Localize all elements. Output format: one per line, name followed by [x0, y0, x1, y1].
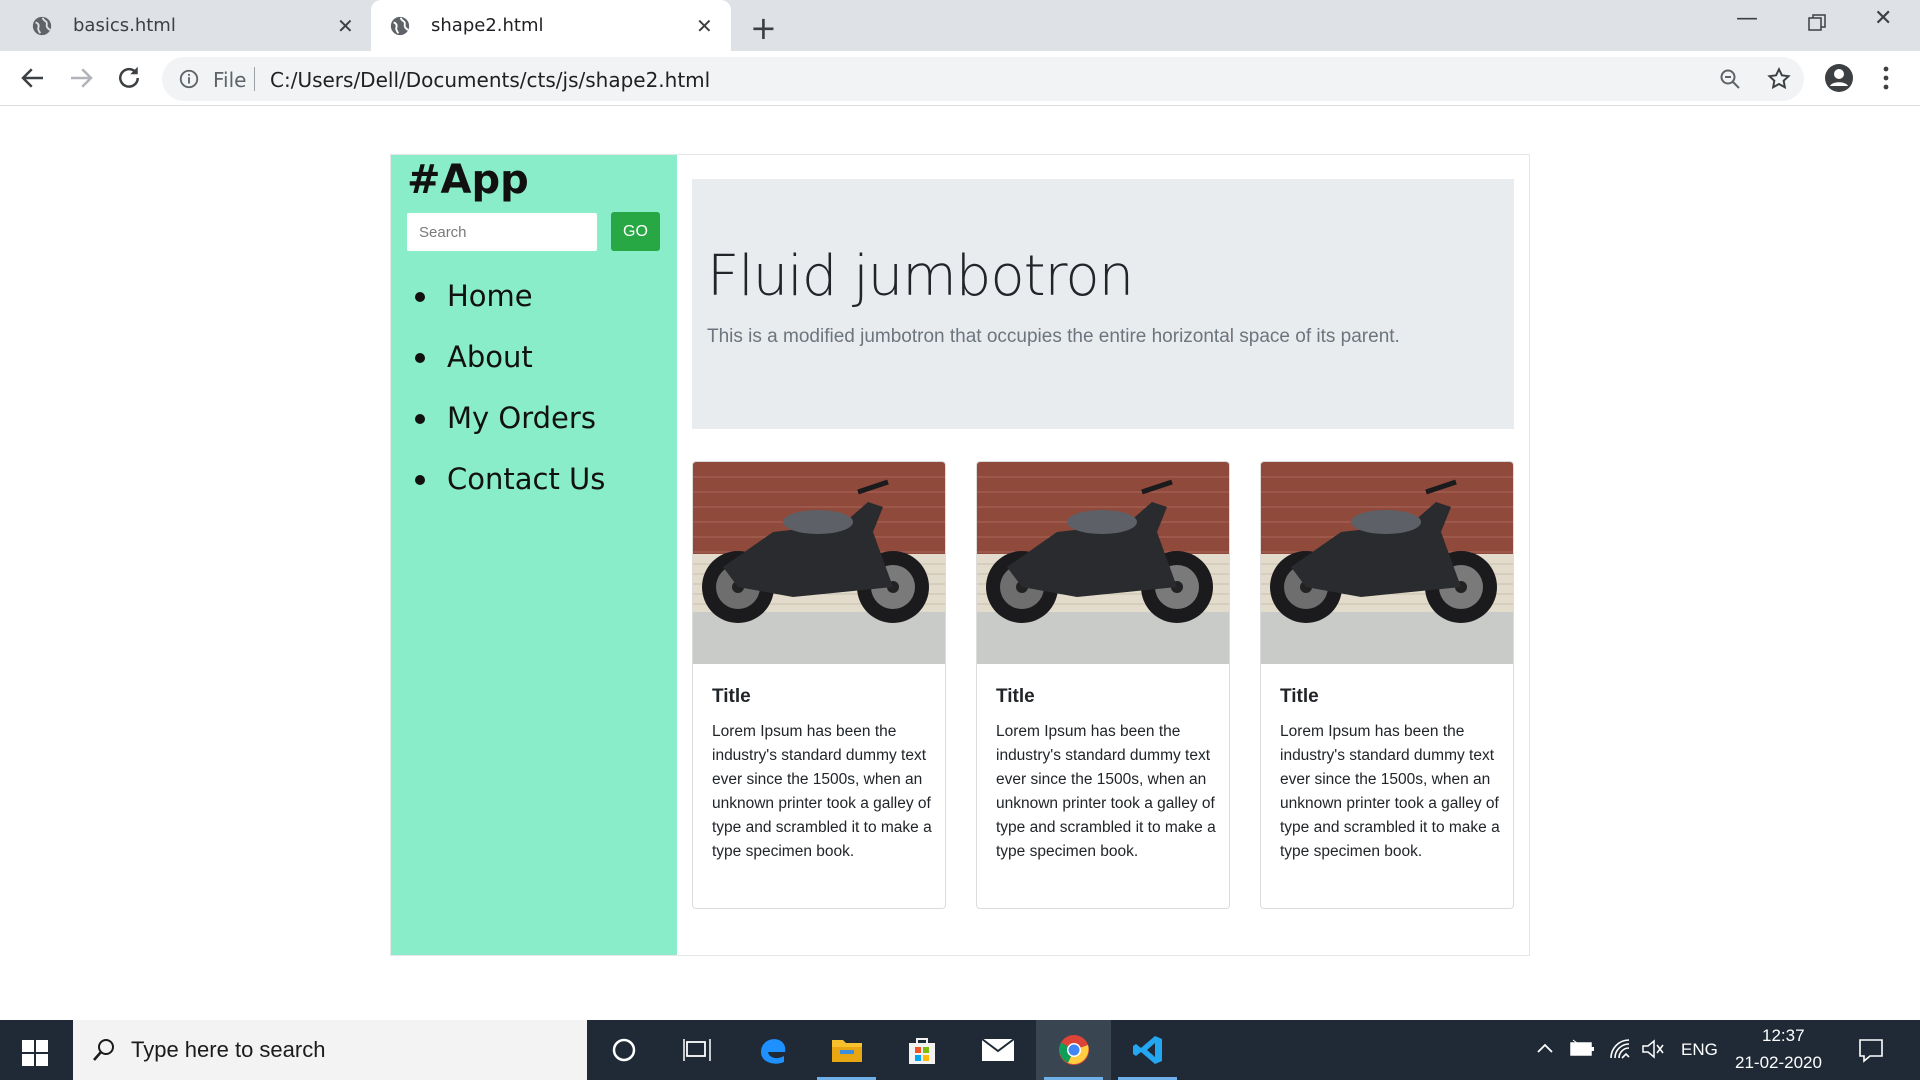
page-container: #App GO Home About My Orders Contact Us …: [390, 154, 1530, 956]
bullet-icon: [415, 414, 425, 424]
tab-label: shape2.html: [431, 15, 544, 36]
bullet-icon: [415, 353, 425, 363]
address-bar[interactable]: File C:/Users/Dell/Documents/cts/js/shap…: [162, 57, 1804, 101]
bookmark-star-icon[interactable]: [1766, 66, 1792, 92]
info-icon[interactable]: [178, 68, 200, 90]
card-text: Lorem Ipsum has been the industry's stan…: [1280, 723, 1500, 860]
jumbotron-title: Fluid jumbotron: [707, 244, 1134, 309]
sidebar-item-label: Contact Us: [447, 462, 606, 496]
profile-avatar-icon[interactable]: [1824, 63, 1854, 93]
browser-toolbar: File C:/Users/Dell/Documents/cts/js/shap…: [0, 51, 1920, 106]
jumbotron-lead: This is a modified jumbotron that occupi…: [707, 326, 1400, 347]
card: Title Lorem Ipsum has been the industry'…: [976, 461, 1230, 909]
scheme-label: File: [213, 68, 247, 92]
restore-icon[interactable]: [1808, 14, 1826, 32]
reload-icon[interactable]: [114, 63, 144, 93]
sidebar-item-label: My Orders: [447, 401, 596, 435]
language-indicator[interactable]: ENG: [1681, 1040, 1718, 1060]
search-input[interactable]: [407, 213, 597, 251]
sidebar-item-about[interactable]: About: [409, 326, 605, 387]
sidebar-item-label: About: [447, 340, 533, 374]
close-icon[interactable]: ✕: [696, 14, 713, 38]
tab-label: basics.html: [73, 15, 176, 36]
sidebar-nav: Home About My Orders Contact Us: [409, 265, 605, 509]
back-arrow-icon[interactable]: [18, 63, 48, 93]
card: Title Lorem Ipsum has been the industry'…: [1260, 461, 1514, 909]
taskbar-search-placeholder: Type here to search: [131, 1037, 326, 1062]
card-title: Title: [996, 686, 1035, 707]
windows-start-icon[interactable]: [22, 1040, 48, 1066]
cortana-icon[interactable]: [586, 1020, 661, 1080]
taskbar-search-box[interactable]: Type here to search: [73, 1020, 587, 1080]
kebab-menu-icon[interactable]: [1880, 63, 1892, 93]
sidebar: #App GO Home About My Orders Contact Us: [391, 155, 677, 955]
wifi-icon[interactable]: [1608, 1037, 1632, 1061]
card-title: Title: [1280, 686, 1319, 707]
new-tab-plus-icon[interactable]: +: [750, 9, 777, 47]
motorcycle-image: [977, 462, 1229, 664]
bullet-icon: [415, 475, 425, 485]
vscode-icon[interactable]: [1110, 1020, 1185, 1080]
chevron-up-icon[interactable]: [1536, 1042, 1554, 1054]
card: Title Lorem Ipsum has been the industry'…: [692, 461, 946, 909]
card-title: Title: [712, 686, 751, 707]
url-text[interactable]: C:/Users/Dell/Documents/cts/js/shape2.ht…: [270, 68, 710, 92]
volume-muted-icon[interactable]: [1641, 1038, 1665, 1060]
file-explorer-icon[interactable]: [809, 1020, 884, 1080]
clock-time[interactable]: 12:37: [1762, 1026, 1805, 1046]
window-close-icon[interactable]: ✕: [1874, 6, 1892, 31]
minimize-icon[interactable]: —: [1736, 6, 1758, 31]
zoom-out-icon[interactable]: [1718, 67, 1742, 91]
notifications-icon[interactable]: [1858, 1037, 1884, 1063]
motorcycle-image: [1261, 462, 1513, 664]
tab-basics[interactable]: basics.html ✕: [0, 0, 370, 51]
battery-icon[interactable]: [1570, 1038, 1596, 1060]
go-button[interactable]: GO: [611, 212, 660, 251]
browser-tab-strip: basics.html ✕ shape2.html ✕ + — ✕: [0, 0, 1920, 51]
chrome-icon[interactable]: [1036, 1020, 1111, 1080]
task-view-icon[interactable]: [659, 1020, 734, 1080]
sidebar-item-label: Home: [447, 279, 533, 313]
card-text: Lorem Ipsum has been the industry's stan…: [996, 723, 1216, 860]
address-divider: [254, 67, 255, 91]
card-text: Lorem Ipsum has been the industry's stan…: [712, 723, 932, 860]
sidebar-item-my-orders[interactable]: My Orders: [409, 387, 605, 448]
bullet-icon: [415, 292, 425, 302]
forward-arrow-icon[interactable]: [66, 63, 96, 93]
sidebar-item-home[interactable]: Home: [409, 265, 605, 326]
globe-icon: [390, 16, 410, 35]
tab-shape2[interactable]: shape2.html ✕: [371, 0, 731, 51]
sidebar-item-contact-us[interactable]: Contact Us: [409, 448, 605, 509]
jumbotron: Fluid jumbotron This is a modified jumbo…: [692, 179, 1514, 429]
edge-browser-icon[interactable]: [735, 1020, 810, 1080]
search-icon: [93, 1039, 114, 1061]
globe-icon: [32, 16, 52, 35]
close-icon[interactable]: ✕: [337, 14, 354, 38]
brand-title: #App: [407, 157, 529, 203]
store-icon[interactable]: [884, 1020, 959, 1080]
motorcycle-image: [693, 462, 945, 664]
mail-icon[interactable]: [960, 1020, 1035, 1080]
windows-taskbar: Type here to search ENG 12:37 21-02-2020: [0, 1020, 1920, 1080]
clock-date[interactable]: 21-02-2020: [1735, 1053, 1822, 1073]
